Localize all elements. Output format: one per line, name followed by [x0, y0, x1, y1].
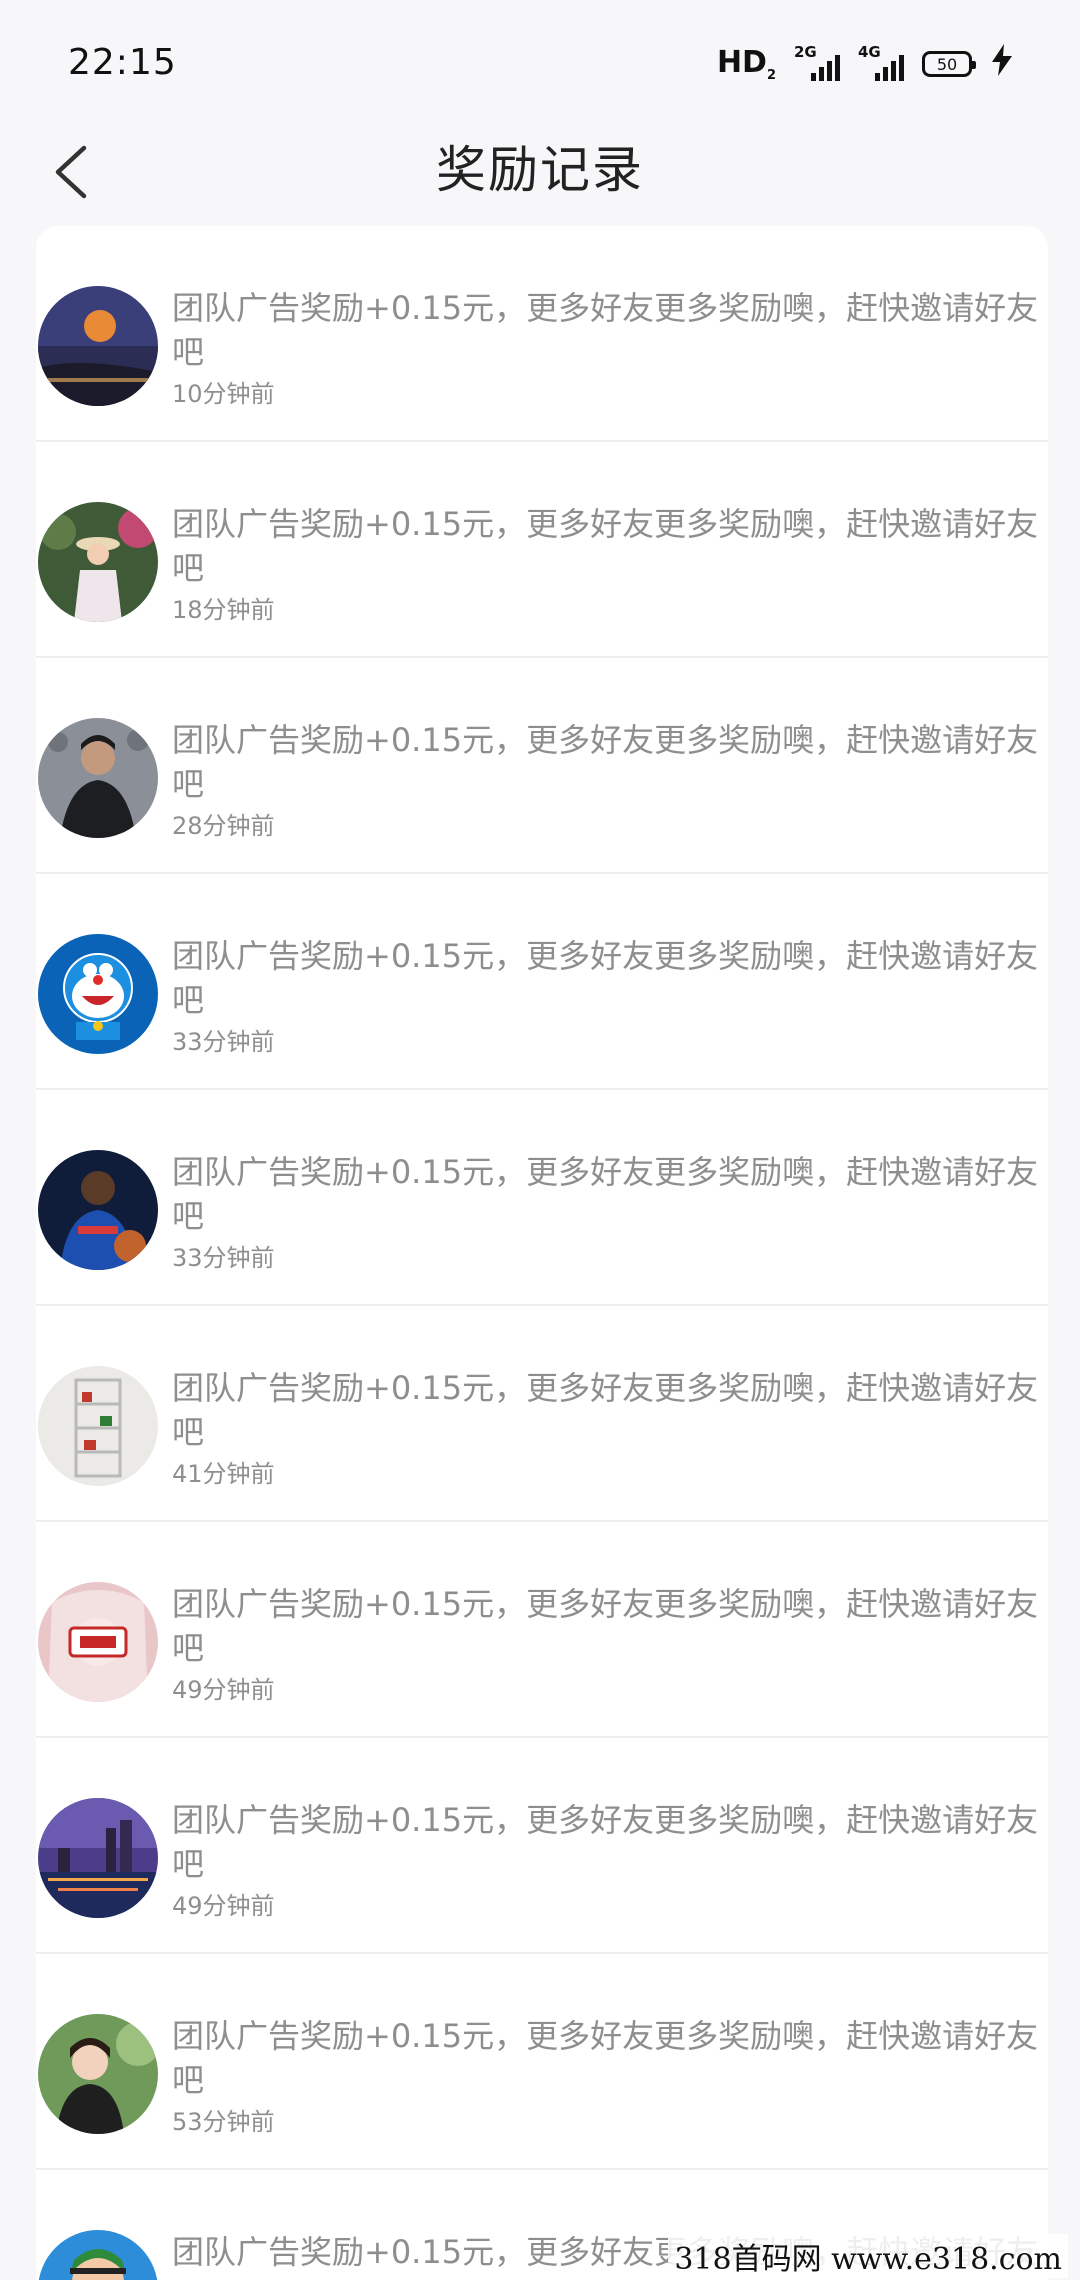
record-time: 49分钟前: [172, 1676, 275, 1704]
avatar: [38, 1366, 158, 1486]
watermark: 318首码网 www.e318.com: [668, 2234, 1068, 2278]
avatar: [38, 718, 158, 838]
record-time: 28分钟前: [172, 812, 275, 840]
list-item[interactable]: 团队广告奖励+0.15元，更多好友更多奖励噢，赶快邀请好友吧 53分钟前: [36, 1954, 1048, 2170]
avatar: [38, 934, 158, 1054]
record-text: 团队广告奖励+0.15元，更多好友更多奖励噢，赶快邀请好友吧: [172, 721, 1039, 803]
avatar: [38, 502, 158, 622]
record-text: 团队广告奖励+0.15元，更多好友更多奖励噢，赶快邀请好友吧: [172, 1801, 1039, 1883]
reward-record-list: 团队广告奖励+0.15元，更多好友更多奖励噢，赶快邀请好友吧 10分钟前 团队广…: [36, 226, 1048, 2280]
record-text: 团队广告奖励+0.15元，更多好友更多奖励噢，赶快邀请好友吧: [172, 289, 1039, 371]
record-text: 团队广告奖励+0.15元，更多好友更多奖励噢，赶快邀请好友吧: [172, 505, 1039, 587]
record-text: 团队广告奖励+0.15元，更多好友更多奖励噢，赶快邀请好友吧: [172, 2017, 1039, 2099]
record-time: 18分钟前: [172, 596, 275, 624]
status-icons: HD2 2G 4G 50: [717, 43, 1012, 84]
avatar: [38, 1582, 158, 1702]
nav-bar: 奖励记录: [0, 120, 1080, 224]
signal-2g-icon: 2G: [794, 43, 840, 81]
record-time: 53分钟前: [172, 2108, 275, 2136]
list-item[interactable]: 团队广告奖励+0.15元，更多好友更多奖励噢，赶快邀请好友吧 28分钟前: [36, 658, 1048, 874]
signal-bars: [875, 55, 904, 81]
list-item[interactable]: 团队广告奖励+0.15元，更多好友更多奖励噢，赶快邀请好友吧 10分钟前: [36, 226, 1048, 442]
list-item[interactable]: 团队广告奖励+0.15元，更多好友更多奖励噢，赶快邀请好友吧 33分钟前: [36, 874, 1048, 1090]
list-item[interactable]: 团队广告奖励+0.15元，更多好友更多奖励噢，赶快邀请好友吧 33分钟前: [36, 1090, 1048, 1306]
hd-icon: HD2: [717, 45, 776, 83]
avatar: [38, 1150, 158, 1270]
record-time: 41分钟前: [172, 1460, 275, 1488]
list-item[interactable]: 团队广告奖励+0.15元，更多好友更多奖励噢，赶快邀请好友吧 49分钟前: [36, 1522, 1048, 1738]
record-time: 33分钟前: [172, 1028, 275, 1056]
hd-sub-label: 2: [766, 68, 776, 83]
battery-level: 50: [936, 54, 958, 74]
record-text: 团队广告奖励+0.15元，更多好友更多奖励噢，赶快邀请好友吧: [172, 937, 1039, 1019]
avatar: [38, 1798, 158, 1918]
hd-label: HD: [716, 45, 767, 80]
record-time: 49分钟前: [172, 1892, 275, 1920]
signal-4g-icon: 4G: [858, 43, 904, 81]
record-text: 团队广告奖励+0.15元，更多好友更多奖励噢，赶快邀请好友吧: [172, 1153, 1039, 1235]
list-item[interactable]: 团队广告奖励+0.15元，更多好友更多奖励噢，赶快邀请好友吧 41分钟前: [36, 1306, 1048, 1522]
status-bar: 22:15 HD2 2G 4G 50: [0, 0, 1080, 120]
list-item[interactable]: 团队广告奖励+0.15元，更多好友更多奖励噢，赶快邀请好友吧 18分钟前: [36, 442, 1048, 658]
avatar: [38, 2014, 158, 2134]
record-time: 10分钟前: [172, 380, 275, 408]
signal-bars: [811, 55, 840, 81]
status-time: 22:15: [68, 42, 177, 83]
record-time: 33分钟前: [172, 1244, 275, 1272]
record-text: 团队广告奖励+0.15元，更多好友更多奖励噢，赶快邀请好友吧: [172, 1585, 1039, 1667]
charging-icon: [992, 44, 1012, 84]
page-title: 奖励记录: [436, 141, 644, 199]
battery-icon: 50: [922, 51, 976, 77]
avatar: [38, 286, 158, 406]
avatar: [38, 2230, 158, 2280]
record-text: 团队广告奖励+0.15元，更多好友更多奖励噢，赶快邀请好友吧: [172, 1369, 1039, 1451]
list-item[interactable]: 团队广告奖励+0.15元，更多好友更多奖励噢，赶快邀请好友吧 49分钟前: [36, 1738, 1048, 1954]
